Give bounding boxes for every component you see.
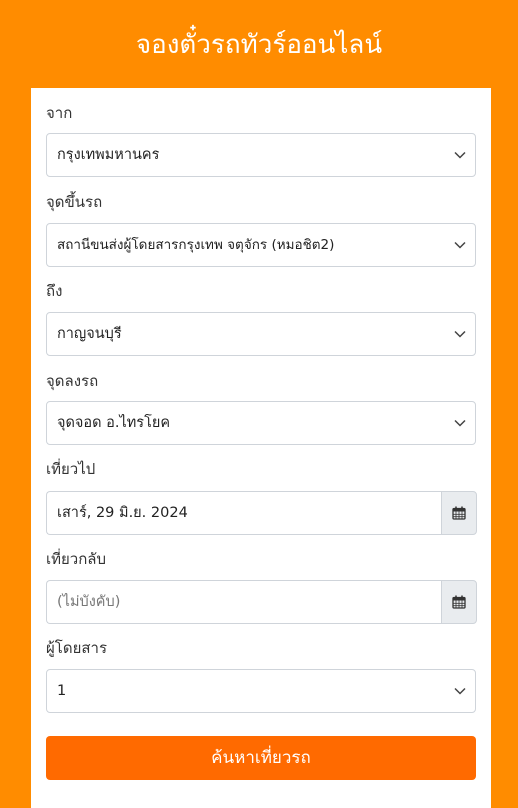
depart-date-calendar-button[interactable]	[441, 491, 477, 535]
dropoff-point-label: จุดลงรถ	[46, 372, 99, 390]
dropoff-point-select-value: จุดจอด อ.ไทรโยค	[57, 415, 171, 431]
page-title: จองตั๋วรถทัวร์ออนไลน์	[135, 30, 383, 60]
passengers-select[interactable]: 1	[46, 669, 476, 713]
to-label: ถึง	[46, 282, 63, 300]
chevron-down-icon	[454, 151, 466, 159]
boarding-point-label: จุดขึ้นรถ	[46, 193, 103, 211]
calendar-icon	[452, 506, 466, 520]
from-label: จาก	[46, 104, 73, 122]
to-select[interactable]: กาญจนบุรี	[46, 312, 476, 356]
from-select[interactable]: กรุงเทพมหานคร	[46, 133, 476, 177]
passengers-label: ผู้โดยสาร	[46, 639, 108, 657]
chevron-down-icon	[454, 419, 466, 427]
chevron-down-icon	[454, 687, 466, 695]
boarding-point-select-value: สถานีขนส่งผู้โดยสารกรุงเทพ จตุจักร (หมอช…	[57, 237, 335, 253]
return-date-input[interactable]: (ไม่บังคับ)	[46, 580, 441, 624]
depart-date-input[interactable]: เสาร์, 29 มิ.ย. 2024	[46, 491, 441, 535]
depart-date-value: เสาร์, 29 มิ.ย. 2024	[57, 505, 188, 521]
boarding-point-select[interactable]: สถานีขนส่งผู้โดยสารกรุงเทพ จตุจักร (หมอช…	[46, 223, 476, 267]
return-date-label: เที่ยวกลับ	[46, 550, 107, 568]
dropoff-point-select[interactable]: จุดจอด อ.ไทรโยค	[46, 401, 476, 445]
search-trips-button[interactable]: ค้นหาเที่ยวรถ	[46, 736, 476, 780]
chevron-down-icon	[454, 330, 466, 338]
chevron-down-icon	[454, 241, 466, 249]
calendar-icon	[452, 595, 466, 609]
passengers-select-value: 1	[57, 683, 67, 699]
return-date-calendar-button[interactable]	[441, 580, 477, 624]
booking-form: จาก กรุงเทพมหานคร จุดขึ้นรถ สถานีขนส่งผู…	[31, 88, 491, 808]
return-date-placeholder: (ไม่บังคับ)	[57, 594, 121, 610]
depart-date-label: เที่ยวไป	[46, 460, 96, 478]
to-select-value: กาญจนบุรี	[57, 326, 122, 342]
from-select-value: กรุงเทพมหานคร	[57, 147, 160, 163]
